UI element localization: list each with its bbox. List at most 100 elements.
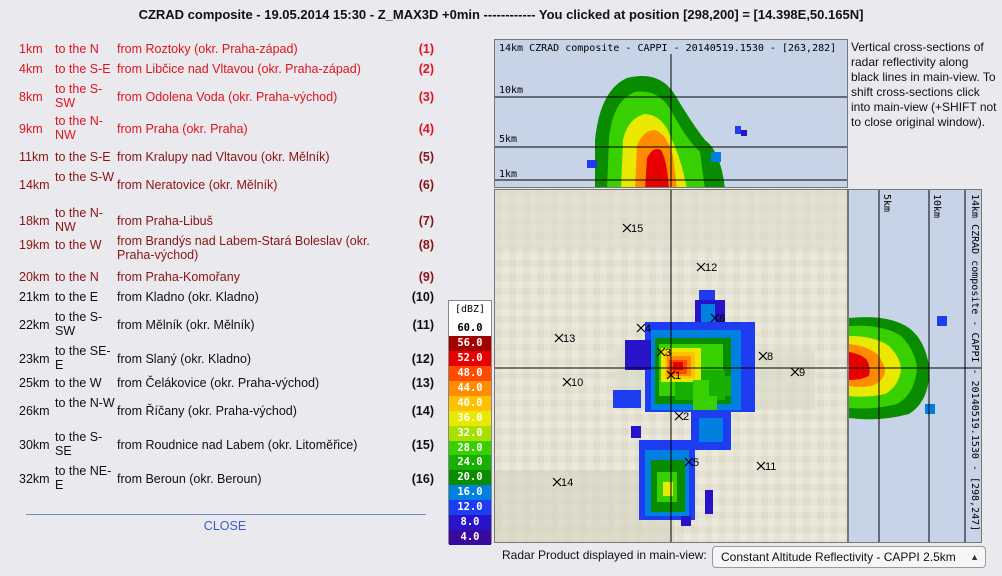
location-distance: 32km xyxy=(19,472,50,486)
location-distance: 11km xyxy=(19,150,49,164)
marker-label: 8 xyxy=(767,351,773,363)
location-from: from Libčice nad Vltavou (okr. Praha-záp… xyxy=(117,62,361,76)
marker-label: 6 xyxy=(719,313,725,325)
vtop-level-1km: 1km xyxy=(499,169,517,180)
legend-cell: 48.0 xyxy=(449,365,491,381)
location-number: (6) xyxy=(418,178,434,192)
location-from: from Kralupy nad Vltavou (okr. Mělník) xyxy=(117,150,330,164)
location-number: (7) xyxy=(418,214,434,228)
location-from: from Neratovice (okr. Mělník) xyxy=(117,178,278,192)
product-label: Radar Product displayed in main-view: xyxy=(502,548,707,562)
vright-level-10km: 10km xyxy=(931,194,942,218)
marker-label: 4 xyxy=(645,323,651,335)
location-direction: to the S-SW xyxy=(55,310,103,338)
location-distance: 20km xyxy=(19,270,50,284)
location-direction: to the W xyxy=(55,238,102,252)
location-distance: 18km xyxy=(19,214,50,228)
legend-cell: 20.0 xyxy=(449,470,491,486)
marker-label: 1 xyxy=(675,370,681,382)
close-button[interactable]: CLOSE xyxy=(185,519,265,533)
legend-cell: 24.0 xyxy=(449,455,491,471)
legend-cell: 8.0 xyxy=(449,515,491,531)
chevron-updown-icon: ▲ xyxy=(970,552,979,562)
marker-label: 12 xyxy=(705,262,717,274)
legend-cell: 28.0 xyxy=(449,440,491,456)
location-distance: 9km xyxy=(19,122,43,136)
close-divider xyxy=(26,514,426,515)
vertical-section-top[interactable]: 14km CZRAD composite - CAPPI - 20140519.… xyxy=(494,39,848,188)
location-from: from Odolena Voda (okr. Praha-východ) xyxy=(117,90,338,104)
legend-cell: 36.0 xyxy=(449,410,491,426)
location-from: from Slaný (okr. Kladno) xyxy=(117,352,252,366)
location-from: from Roztoky (okr. Praha-západ) xyxy=(117,42,298,56)
location-distance: 14km xyxy=(19,178,50,192)
legend-cell: 12.0 xyxy=(449,500,491,516)
product-select[interactable]: Constant Altitude Reflectivity - CAPPI 2… xyxy=(712,546,986,568)
marker-label: 5 xyxy=(693,457,699,469)
location-from: from Praha-Libuš xyxy=(117,214,213,228)
marker-label: 2 xyxy=(683,411,689,423)
location-direction: to the W xyxy=(55,376,102,390)
location-distance: 23km xyxy=(19,352,50,366)
location-direction: to the E xyxy=(55,290,99,304)
cross-section-note: Vertical cross-sections of radar reflect… xyxy=(851,40,997,129)
location-direction: to the N xyxy=(55,42,99,56)
legend-cell: 52.0 xyxy=(449,350,491,366)
legend-unit: [dBZ] xyxy=(454,304,486,315)
product-select-value: Constant Altitude Reflectivity - CAPPI 2… xyxy=(721,550,956,564)
location-from: from Brandýs nad Labem-Stará Boleslav (o… xyxy=(117,234,370,262)
location-number: (15) xyxy=(411,438,434,452)
legend-cell: 60.0 xyxy=(449,321,491,336)
location-direction: to the N-NW xyxy=(55,114,103,142)
location-from: from Mělník (okr. Mělník) xyxy=(117,318,255,332)
location-distance: 21km xyxy=(19,290,50,304)
location-number: (11) xyxy=(412,318,434,332)
legend-cell: 56.0 xyxy=(449,335,491,351)
location-direction: to the S-E xyxy=(55,150,111,164)
legend-cell: 32.0 xyxy=(449,425,491,441)
legend-cell: 4.0 xyxy=(449,530,491,546)
location-from: from Praha-Komořany xyxy=(117,270,240,284)
legend-cell: 16.0 xyxy=(449,485,491,501)
window-title: CZRAD composite - 19.05.2014 15:30 - Z_M… xyxy=(138,7,864,22)
location-from: from Čelákovice (okr. Praha-východ) xyxy=(117,376,320,390)
radar-main-map[interactable]: 15 12 6 4 13 3 8 1 9 10 2 5 11 14 xyxy=(494,189,848,543)
marker-label: 3 xyxy=(665,347,671,359)
marker-label: 14 xyxy=(561,477,573,489)
location-distance: 22km xyxy=(19,318,50,332)
location-number: (13) xyxy=(411,376,434,390)
vright-header: 14km CZRAD composite - CAPPI - 20140519.… xyxy=(969,194,980,531)
location-number: (1) xyxy=(418,42,434,56)
location-direction: to the S-SE xyxy=(55,430,103,458)
location-direction: to the S-SW xyxy=(55,82,103,110)
location-number: (16) xyxy=(411,472,434,486)
location-number: (9) xyxy=(418,270,434,284)
location-number: (14) xyxy=(411,404,434,418)
vtop-level-5km: 5km xyxy=(499,134,517,145)
location-number: (12) xyxy=(411,352,434,366)
location-distance: 1km xyxy=(19,42,43,56)
location-from: from Beroun (okr. Beroun) xyxy=(117,472,262,486)
location-number: (3) xyxy=(418,90,434,104)
location-direction: to the N-NW xyxy=(55,206,103,234)
location-distance: 30km xyxy=(19,438,50,452)
location-distance: 25km xyxy=(19,376,50,390)
location-direction: to the N xyxy=(55,270,99,284)
location-distance: 26km xyxy=(19,404,50,418)
legend-cell: 44.0 xyxy=(449,380,491,396)
location-distance: 8km xyxy=(19,90,43,104)
vertical-section-right[interactable]: 14km CZRAD composite - CAPPI - 20140519.… xyxy=(848,189,982,543)
vright-level-5km: 5km xyxy=(881,194,892,212)
location-from: from Říčany (okr. Praha-východ) xyxy=(117,404,297,418)
location-direction: to the N-W xyxy=(55,396,115,410)
vtop-level-10km: 10km xyxy=(499,85,523,96)
dbz-legend: [dBZ] 60.0 56.0 52.0 48.0 44.0 40.0 36.0 32.0 28… xyxy=(448,300,492,546)
location-number: (2) xyxy=(418,62,434,76)
location-from: from Roudnice nad Labem (okr. Litoměřice… xyxy=(117,438,358,452)
location-number: (8) xyxy=(418,238,434,252)
location-from: from Praha (okr. Praha) xyxy=(117,122,248,136)
location-distance: 4km xyxy=(19,62,43,76)
marker-label: 13 xyxy=(563,333,575,345)
vtop-header: 14km CZRAD composite - CAPPI - 20140519.… xyxy=(499,43,836,54)
location-direction: to the S-W xyxy=(55,170,115,184)
